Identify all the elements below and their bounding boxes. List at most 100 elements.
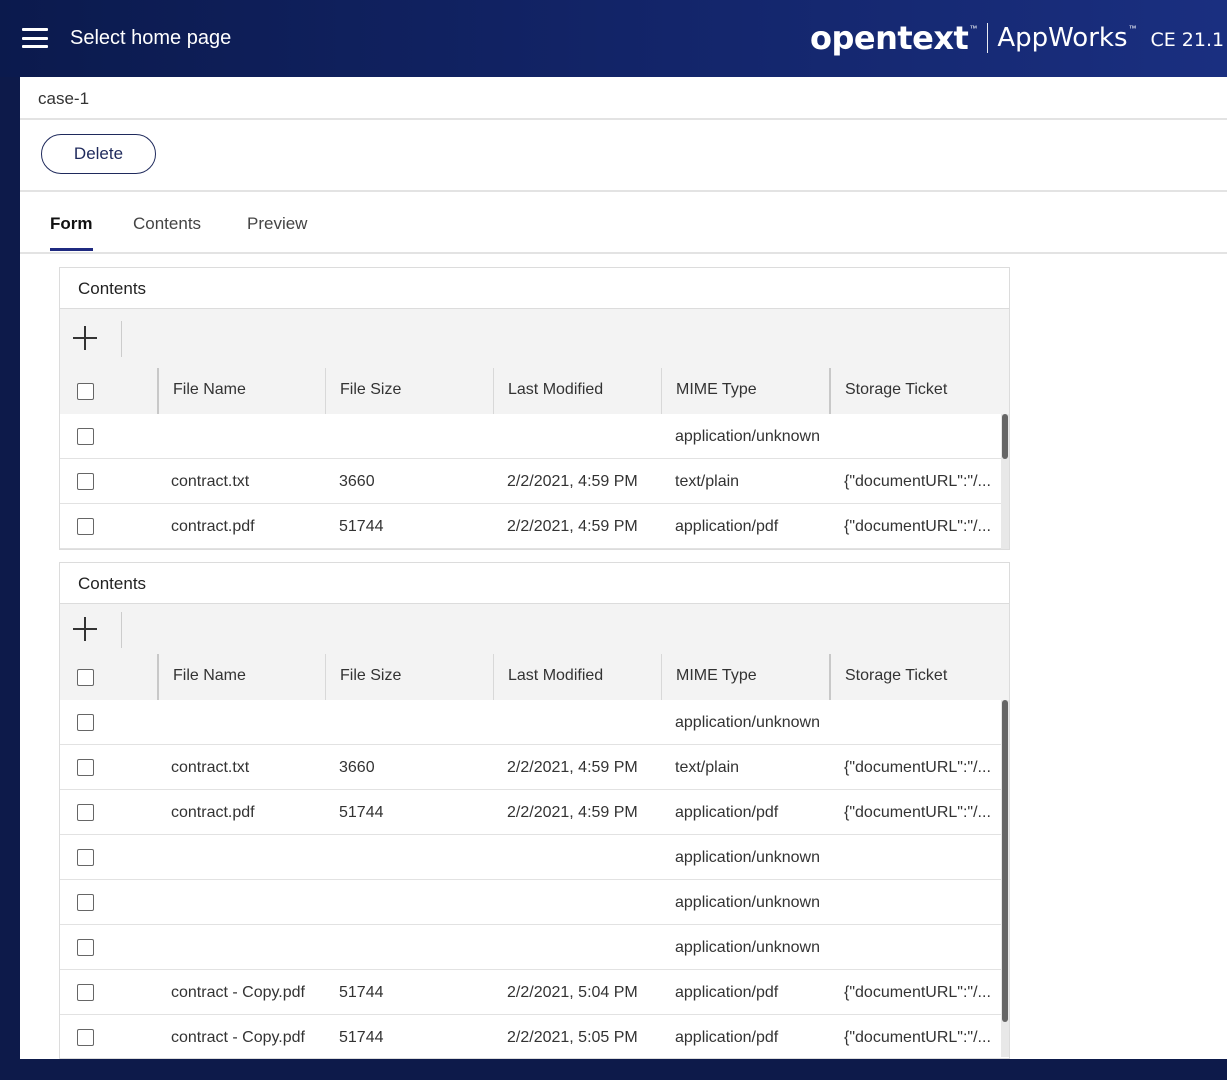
cell-storage-ticket: {"documentURL":"/...: [844, 759, 991, 776]
header-cell-select: [60, 368, 157, 414]
hamburger-menu-icon[interactable]: [22, 28, 48, 48]
tab-preview[interactable]: Preview: [247, 214, 307, 248]
scrollbar-thumb[interactable]: [1002, 414, 1008, 459]
cell-last-modified: [507, 835, 657, 880]
column-header-file-name[interactable]: File Name: [157, 368, 325, 414]
row-checkbox[interactable]: [77, 984, 94, 1001]
row-checkbox[interactable]: [77, 428, 94, 445]
cell-file-size: 3660: [339, 759, 375, 776]
plus-icon[interactable]: [72, 616, 98, 642]
row-checkbox[interactable]: [77, 939, 94, 956]
header-cell-select: [60, 654, 157, 700]
cell-last-modified: [507, 700, 657, 745]
row-checkbox[interactable]: [77, 759, 94, 776]
table-row[interactable]: contract.txt 3660 2/2/2021, 4:59 PM text/pl…: [60, 459, 1009, 504]
table-row[interactable]: contract - Copy.pdf 51744 2/2/2021, 5:05 P…: [60, 1015, 1009, 1058]
cell-storage-ticket: [844, 880, 994, 925]
select-home-page-link[interactable]: Select home page: [70, 27, 231, 50]
cell-file-name: contract.txt: [171, 473, 250, 490]
cell-storage-ticket: {"documentURL":"/...: [844, 804, 991, 821]
table-row[interactable]: application/unknown: [60, 414, 1009, 459]
cell-mime-type: application/unknown: [675, 714, 820, 731]
cell-storage-ticket: {"documentURL":"/...: [844, 1029, 991, 1046]
cell-mime-type: application/pdf: [675, 1029, 779, 1046]
row-checkbox[interactable]: [77, 473, 94, 490]
table-row[interactable]: contract.txt 3660 2/2/2021, 4:59 PM text/pl…: [60, 745, 1009, 790]
cell-last-modified: 2/2/2021, 4:59 PM: [507, 759, 638, 776]
main-content: case-1 Delete Form Contents Preview Cont…: [20, 77, 1227, 1059]
cell-last-modified: 2/2/2021, 5:04 PM: [507, 984, 638, 1001]
column-header-mime-type[interactable]: MIME Type: [661, 654, 829, 700]
panel-title: Contents: [60, 563, 1009, 604]
cell-last-modified: 2/2/2021, 5:05 PM: [507, 1029, 638, 1046]
cell-file-size: 51744: [339, 1029, 384, 1046]
table-row[interactable]: contract.pdf 51744 2/2/2021, 4:59 PM applic…: [60, 790, 1009, 835]
cell-file-size: 51744: [339, 518, 384, 535]
vertical-scrollbar[interactable]: [1001, 414, 1009, 549]
table-body: application/unknown contract.txt 3660 2/2/2…: [60, 414, 1009, 549]
column-header-storage-ticket[interactable]: Storage Ticket: [829, 368, 999, 414]
cell-file-name: [171, 414, 321, 459]
panel-toolbar: [60, 309, 1009, 368]
vertical-scrollbar[interactable]: [1001, 700, 1009, 1057]
column-header-file-name[interactable]: File Name: [157, 654, 325, 700]
cell-storage-ticket: [844, 700, 994, 745]
table-row[interactable]: application/unknown: [60, 925, 1009, 970]
cell-file-name: [171, 880, 321, 925]
row-checkbox[interactable]: [77, 714, 94, 731]
delete-button[interactable]: Delete: [41, 134, 156, 174]
brand-logo: opentext ™ AppWorks ™ CE 21.1: [810, 19, 1225, 57]
cell-file-name: contract.pdf: [171, 804, 255, 821]
cell-mime-type: application/pdf: [675, 984, 779, 1001]
column-header-mime-type[interactable]: MIME Type: [661, 368, 829, 414]
plus-icon[interactable]: [72, 325, 98, 351]
cell-last-modified: 2/2/2021, 4:59 PM: [507, 473, 638, 490]
table-row[interactable]: contract.pdf 51744 2/2/2021, 4:59 PM applic…: [60, 504, 1009, 549]
table-row[interactable]: application/unknown: [60, 700, 1009, 745]
row-checkbox[interactable]: [77, 804, 94, 821]
contents-grid: File Name File Size Last Modified MIME Type…: [60, 654, 1009, 1058]
table-header: File Name File Size Last Modified MIME Type…: [60, 654, 1009, 700]
cell-file-size: 51744: [339, 984, 384, 1001]
cell-last-modified: [507, 414, 657, 459]
cell-mime-type: application/unknown: [675, 894, 820, 911]
select-all-checkbox[interactable]: [77, 383, 94, 400]
table-row[interactable]: application/unknown: [60, 880, 1009, 925]
table-header: File Name File Size Last Modified MIME Type…: [60, 368, 1009, 414]
scrollbar-thumb[interactable]: [1002, 700, 1008, 1022]
row-checkbox[interactable]: [77, 518, 94, 535]
cell-mime-type: text/plain: [675, 473, 740, 490]
cell-storage-ticket: [844, 414, 994, 459]
cell-file-size: [339, 925, 489, 970]
cell-mime-type: application/unknown: [675, 428, 820, 445]
cell-last-modified: [507, 925, 657, 970]
cell-file-name: contract.pdf: [171, 518, 255, 535]
cell-storage-ticket: {"documentURL":"/...: [844, 473, 991, 490]
tab-contents[interactable]: Contents: [133, 214, 201, 248]
bottom-bar: [0, 1059, 1227, 1080]
table-row[interactable]: contract - Copy.pdf 51744 2/2/2021, 5:04 P…: [60, 970, 1009, 1015]
table-row[interactable]: application/unknown: [60, 835, 1009, 880]
tab-form[interactable]: Form: [50, 214, 93, 251]
row-checkbox[interactable]: [77, 1029, 94, 1046]
cell-storage-ticket: {"documentURL":"/...: [844, 984, 991, 1001]
brand-divider: [987, 23, 989, 53]
cell-file-name: [171, 700, 321, 745]
select-all-checkbox[interactable]: [77, 669, 94, 686]
cell-file-name: contract.txt: [171, 759, 250, 776]
column-header-last-modified[interactable]: Last Modified: [493, 654, 661, 700]
column-header-file-size[interactable]: File Size: [325, 654, 493, 700]
action-bar: Delete: [20, 120, 1227, 192]
column-header-file-size[interactable]: File Size: [325, 368, 493, 414]
table-body: application/unknown contract.txt 3660 2/2/2…: [60, 700, 1009, 1058]
cell-mime-type: application/unknown: [675, 939, 820, 956]
panel-toolbar: [60, 604, 1009, 654]
cell-last-modified: [507, 880, 657, 925]
column-header-storage-ticket[interactable]: Storage Ticket: [829, 654, 999, 700]
cell-mime-type: application/unknown: [675, 849, 820, 866]
cell-last-modified: 2/2/2021, 4:59 PM: [507, 804, 638, 821]
contents-grid: File Name File Size Last Modified MIME Type…: [60, 368, 1009, 549]
row-checkbox[interactable]: [77, 849, 94, 866]
column-header-last-modified[interactable]: Last Modified: [493, 368, 661, 414]
row-checkbox[interactable]: [77, 894, 94, 911]
